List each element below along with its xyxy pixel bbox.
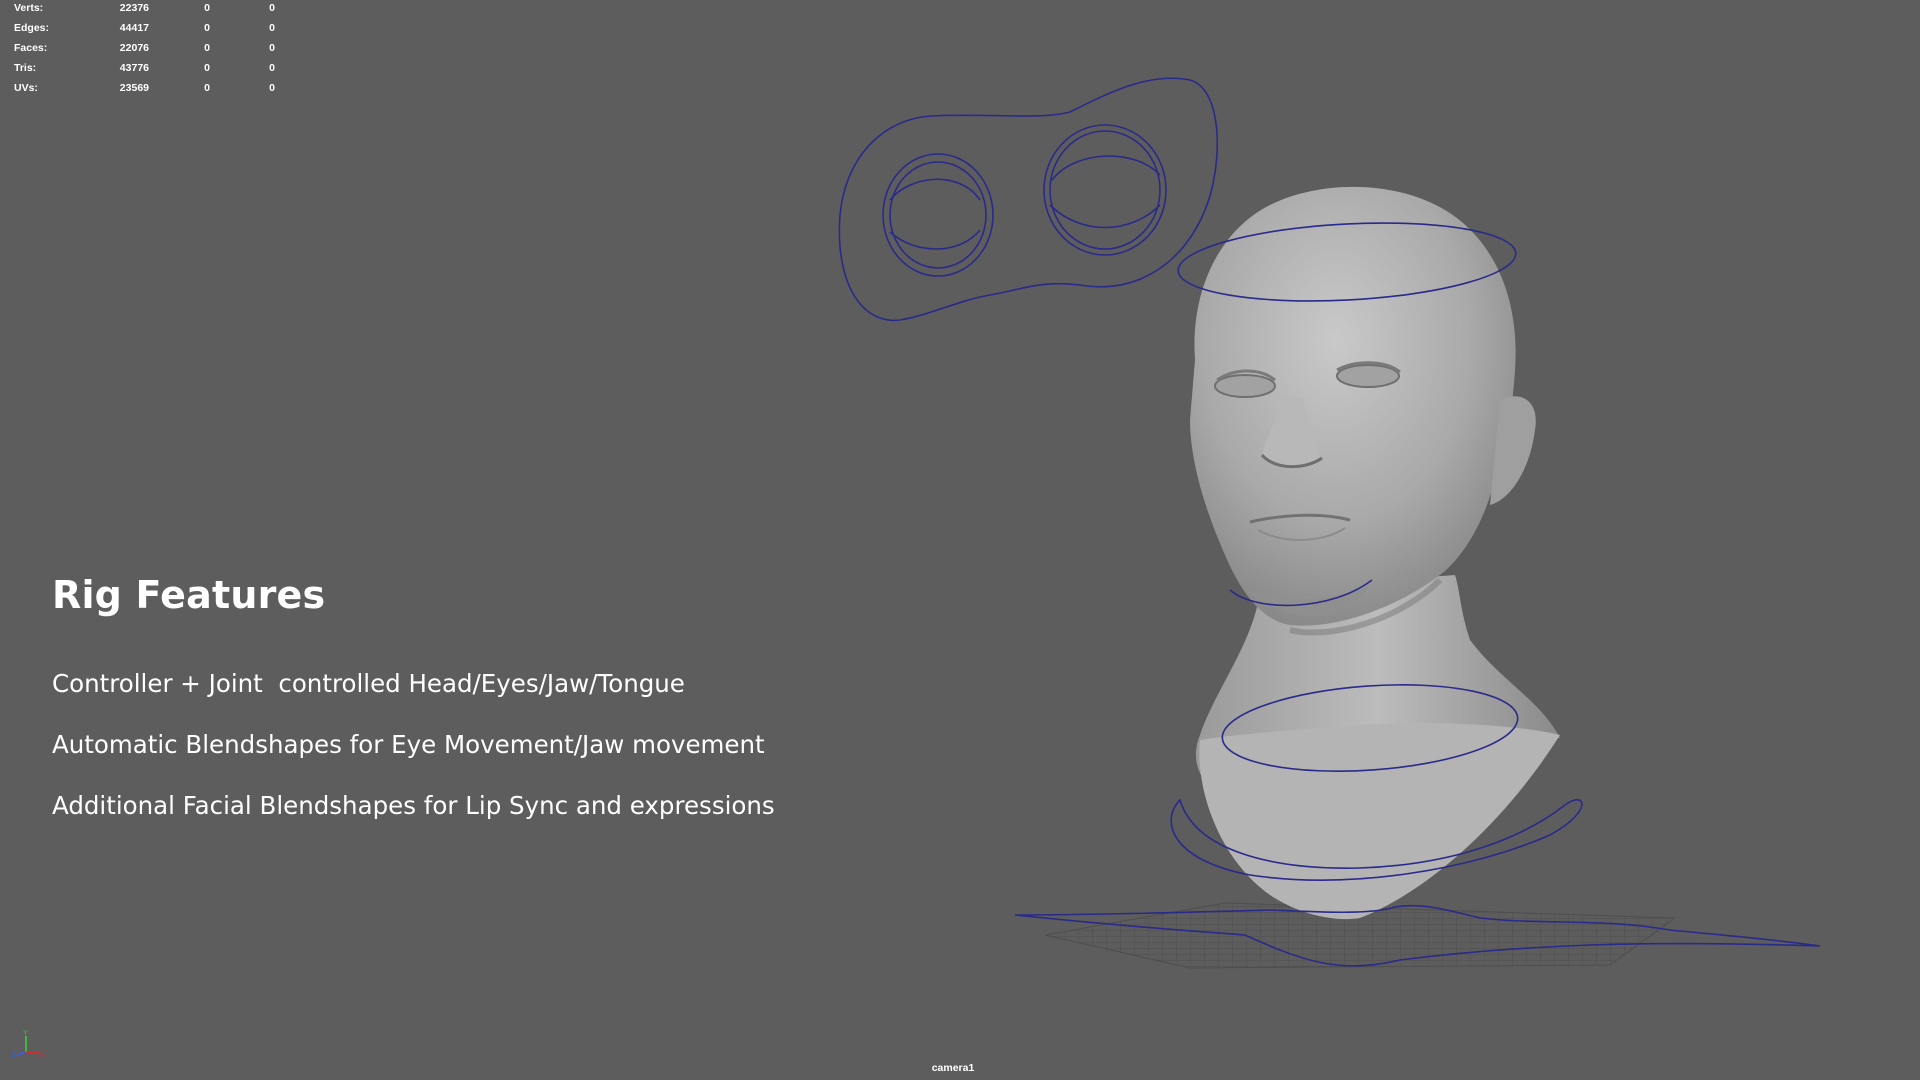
hud-value: 0 [204, 62, 210, 74]
hud-value: 0 [204, 82, 210, 94]
hud-value: 23569 [119, 82, 149, 94]
head-mesh-eye-right [1336, 364, 1400, 388]
hud-value: 44417 [119, 22, 149, 34]
hud-value: 0 [269, 42, 275, 54]
hud-value: 0 [269, 82, 275, 94]
axis-label-z: Z [12, 1052, 17, 1058]
hud-value: 0 [269, 2, 275, 14]
head-mesh-skull [1190, 186, 1516, 626]
head-mesh-eye-left [1214, 374, 1276, 398]
hud-value: 0 [269, 62, 275, 74]
hud-label: Tris: [14, 62, 37, 74]
hud-label: UVs: [14, 82, 38, 94]
viewport-scene[interactable] [0, 0, 1920, 1080]
maya-viewport[interactable]: Verts: 22376 0 0 Edges: 44417 0 0 Faces:… [0, 0, 1920, 1080]
hud-value: 0 [204, 22, 210, 34]
hud-label: Verts: [14, 2, 44, 14]
hud-value: 22076 [119, 42, 149, 54]
hud-value: 0 [269, 22, 275, 34]
hud-value: 22376 [119, 2, 149, 14]
eye-controller-left [882, 153, 994, 277]
rig-features-overlay: Rig Features Controller + Joint controll… [52, 573, 775, 852]
hud-value: 0 [204, 42, 210, 54]
hud-label: Edges: [14, 22, 50, 34]
hud-value: 0 [204, 2, 210, 14]
head-mesh-bust [1199, 723, 1560, 920]
axis-gizmo-icon: Y Z X [12, 1030, 45, 1058]
camera-name-label: camera1 [931, 1062, 975, 1074]
feature-line: Additional Facial Blendshapes for Lip Sy… [52, 791, 775, 820]
eye-controller-right [1043, 124, 1167, 256]
axis-label-x: X [40, 1052, 45, 1058]
hud-value: 43776 [119, 62, 149, 74]
feature-line: Automatic Blendshapes for Eye Movement/J… [52, 730, 765, 759]
features-title: Rig Features [52, 573, 326, 617]
feature-line: Controller + Joint controlled Head/Eyes/… [52, 669, 685, 698]
eyes-controller [838, 77, 1219, 322]
hud-label: Faces: [14, 42, 48, 54]
axis-label-y: Y [23, 1030, 28, 1037]
